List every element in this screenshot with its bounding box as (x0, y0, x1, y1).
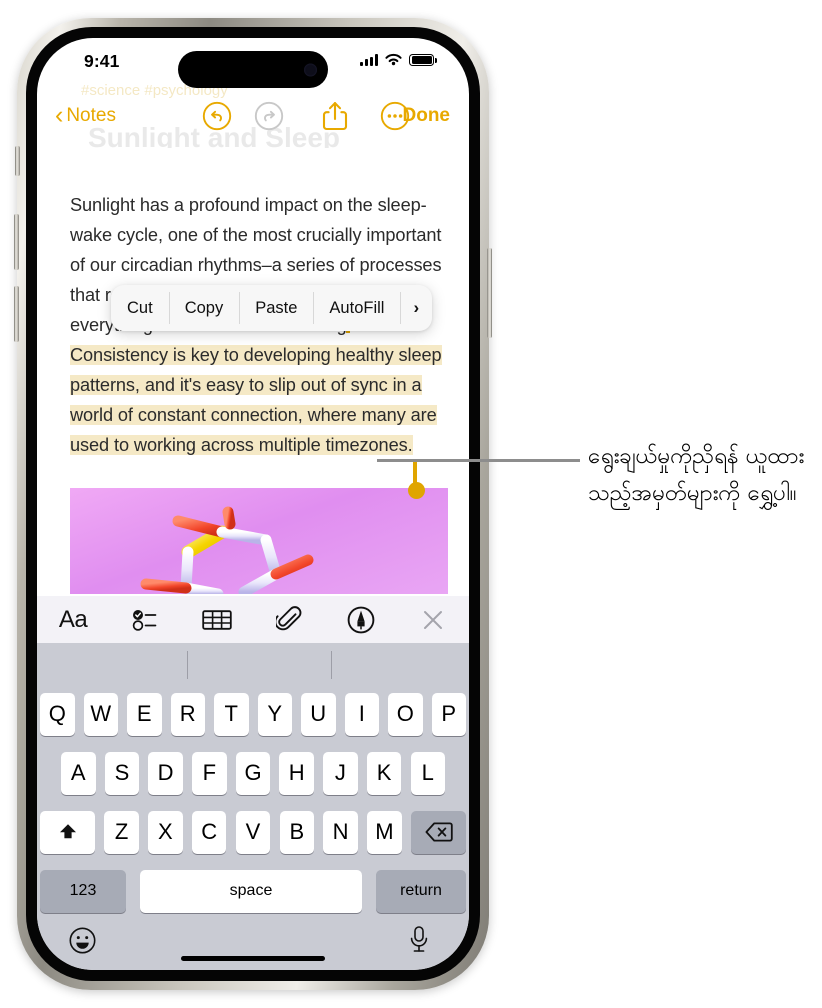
battery-full-icon (409, 53, 437, 67)
predictive-divider (331, 651, 332, 679)
back-button-label: Notes (66, 105, 116, 126)
predictive-text-bar[interactable] (37, 643, 469, 687)
key-p[interactable]: P (431, 692, 466, 736)
key-z[interactable]: Z (104, 810, 139, 854)
chevron-left-icon: ‹ (55, 100, 64, 129)
numbers-key[interactable]: 123 (40, 869, 126, 913)
keyboard-row-bottom: Z X C V B N M (40, 810, 466, 854)
key-u[interactable]: U (301, 692, 336, 736)
return-key[interactable]: return (376, 869, 466, 913)
keyboard-bottom-bar (37, 919, 469, 970)
key-g[interactable]: G (235, 751, 271, 795)
dynamic-island (178, 51, 328, 88)
key-q[interactable]: Q (40, 692, 75, 736)
key-d[interactable]: D (148, 751, 183, 795)
key-c[interactable]: C (191, 810, 227, 854)
markup-pen-icon[interactable] (325, 596, 397, 643)
note-paragraph-selected: Consistency is key to developing healthy… (70, 345, 442, 455)
delete-backspace-icon[interactable] (411, 810, 466, 854)
done-button[interactable]: Done (403, 105, 451, 127)
table-icon[interactable] (181, 596, 253, 643)
navigation-bar: ‹ Notes Done (37, 90, 469, 142)
space-key[interactable]: space (140, 869, 362, 913)
home-indicator[interactable] (181, 955, 325, 961)
action-button[interactable] (15, 146, 20, 176)
keyboard-row-top: Q W E R T Y U I O P (40, 692, 466, 736)
emoji-smiley-icon[interactable] (69, 927, 96, 954)
keyboard-row-space: 123 space return (40, 869, 466, 913)
key-n[interactable]: N (323, 810, 358, 854)
molecule-attachment-image[interactable] (70, 488, 448, 594)
callout-annotation-text: ရွေးချယ်မှုကိုညှိရန် ယူထားသည့်အမှတ်များက… (588, 443, 805, 506)
selection-handle-knob[interactable] (408, 482, 425, 499)
close-icon[interactable] (397, 596, 469, 643)
key-a[interactable]: A (61, 751, 96, 795)
context-menu-copy[interactable]: Copy (168, 285, 240, 331)
text-selection-context-menu[interactable]: Cut Copy Paste AutoFill › (111, 285, 433, 331)
key-r[interactable]: R (170, 692, 205, 736)
key-j[interactable]: J (323, 751, 358, 795)
attachment-paperclip-icon[interactable] (253, 596, 325, 643)
format-text-icon[interactable]: Aa (37, 596, 109, 643)
key-k[interactable]: K (366, 751, 402, 795)
cellular-bars-icon (359, 54, 378, 66)
note-body[interactable]: Sunlight has a profound impact on the sl… (37, 142, 469, 596)
keyboard-row-middle: A S D F G H J K L (61, 751, 445, 795)
status-bar-indicators (359, 53, 437, 67)
front-camera-icon (304, 63, 317, 76)
phone-screen: #science #psychology Sunlight and Sleep … (37, 38, 469, 970)
screenshot-root: ရွေးချယ်မှုကိုညှိရန် ယူထားသည့်အမှတ်များက… (0, 0, 822, 1008)
key-v[interactable]: V (235, 810, 271, 854)
callout-leader-line (377, 459, 580, 462)
key-i[interactable]: I (344, 692, 379, 736)
key-f[interactable]: F (192, 751, 227, 795)
key-s[interactable]: S (104, 751, 140, 795)
key-l[interactable]: L (410, 751, 445, 795)
context-menu-more-chevron-right-icon[interactable]: › (400, 285, 432, 331)
key-h[interactable]: H (279, 751, 314, 795)
phone-bezel: #science #psychology Sunlight and Sleep … (26, 27, 480, 981)
key-w[interactable]: W (83, 692, 118, 736)
predictive-divider (187, 651, 188, 679)
key-t[interactable]: T (214, 692, 249, 736)
checklist-icon[interactable] (109, 596, 181, 643)
share-button[interactable] (322, 100, 348, 132)
context-menu-paste[interactable]: Paste (239, 285, 313, 331)
redo-button (254, 101, 284, 131)
key-b[interactable]: B (279, 810, 315, 854)
key-o[interactable]: O (388, 692, 423, 736)
back-to-notes-button[interactable]: ‹ Notes (55, 100, 116, 129)
key-x[interactable]: X (148, 810, 183, 854)
on-screen-keyboard: Q W E R T Y U I O P A S D F G H J K L Z … (37, 643, 469, 970)
status-bar-time: 9:41 (84, 51, 120, 71)
undo-button[interactable] (202, 101, 232, 131)
key-y[interactable]: Y (257, 692, 292, 736)
wifi-icon (385, 53, 402, 66)
volume-down-button[interactable] (14, 286, 19, 342)
key-e[interactable]: E (127, 692, 162, 736)
power-button[interactable] (487, 248, 492, 338)
context-menu-autofill[interactable]: AutoFill (313, 285, 400, 331)
volume-up-button[interactable] (14, 214, 19, 270)
phone-frame: #science #psychology Sunlight and Sleep … (14, 18, 492, 990)
shift-up-arrow-icon[interactable] (40, 810, 95, 854)
context-menu-cut[interactable]: Cut (111, 285, 169, 331)
microphone-icon[interactable] (407, 925, 431, 955)
key-m[interactable]: M (367, 810, 402, 854)
notes-formatting-toolbar: Aa (37, 596, 469, 643)
